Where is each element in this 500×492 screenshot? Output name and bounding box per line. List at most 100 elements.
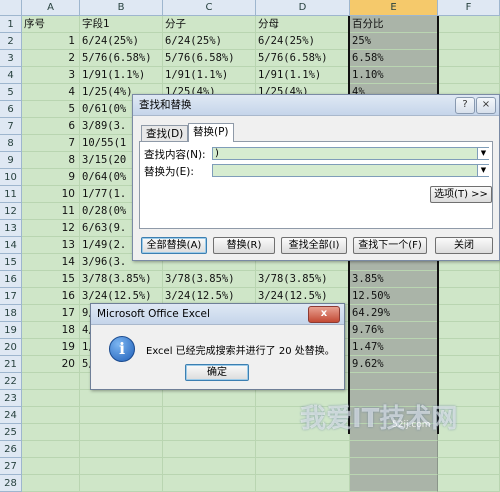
row-header[interactable]: 21 [0,356,22,373]
cell-d28[interactable] [256,475,350,492]
cell-a12[interactable]: 11 [22,203,80,220]
row-header[interactable]: 9 [0,152,22,169]
cell-d3[interactable]: 5/76(6.58%) [256,50,350,67]
column-header-b[interactable]: B [80,0,163,16]
row-header[interactable]: 28 [0,475,22,492]
cell-e16[interactable]: 3.85% [350,271,438,288]
cell-f17[interactable] [438,288,500,305]
cell-b26[interactable] [80,441,163,458]
cell-a21[interactable]: 20 [22,356,80,373]
help-button[interactable]: ? [455,97,475,114]
row-header[interactable]: 3 [0,50,22,67]
cell-c25[interactable] [163,424,256,441]
cell-a20[interactable]: 19 [22,339,80,356]
cell-b27[interactable] [80,458,163,475]
cell-e22[interactable] [350,373,438,390]
cell-c23[interactable] [163,390,256,407]
cell-a15[interactable]: 14 [22,254,80,271]
row-header[interactable]: 14 [0,237,22,254]
options-button[interactable]: 选项(T) >> [430,186,492,203]
row-header[interactable]: 24 [0,407,22,424]
cell-f19[interactable] [438,322,500,339]
row-header[interactable]: 6 [0,101,22,118]
message-box-titlebar[interactable]: Microsoft Office Excel x [91,304,344,325]
cell-e1[interactable]: 百分比 [350,16,438,33]
cell-c16[interactable]: 3/78(3.85%) [163,271,256,288]
column-header-d[interactable]: D [256,0,350,16]
cell-c26[interactable] [163,441,256,458]
cell-a13[interactable]: 12 [22,220,80,237]
ok-button[interactable]: 确定 [185,364,249,381]
cell-e28[interactable] [350,475,438,492]
cell-a27[interactable] [22,458,80,475]
row-header[interactable]: 2 [0,33,22,50]
cell-a24[interactable] [22,407,80,424]
replace-button[interactable]: 替换(R) [213,237,275,254]
cell-b28[interactable] [80,475,163,492]
row-header[interactable]: 17 [0,288,22,305]
cell-c1[interactable]: 分子 [163,16,256,33]
column-header-f[interactable]: F [438,0,500,16]
cell-d16[interactable]: 3/78(3.85%) [256,271,350,288]
cell-a2[interactable]: 1 [22,33,80,50]
cell-a28[interactable] [22,475,80,492]
find-next-button[interactable]: 查找下一个(F) [353,237,427,254]
cell-c2[interactable]: 6/24(25%) [163,33,256,50]
row-header[interactable]: 8 [0,135,22,152]
cell-a1[interactable]: 序号 [22,16,80,33]
cell-c27[interactable] [163,458,256,475]
cell-d2[interactable]: 6/24(25%) [256,33,350,50]
row-header[interactable]: 20 [0,339,22,356]
row-header[interactable]: 19 [0,322,22,339]
cell-a22[interactable] [22,373,80,390]
row-header[interactable]: 15 [0,254,22,271]
cell-e3[interactable]: 6.58% [350,50,438,67]
cell-d4[interactable]: 1/91(1.1%) [256,67,350,84]
cell-c28[interactable] [163,475,256,492]
cell-b24[interactable] [80,407,163,424]
cell-f4[interactable] [438,67,500,84]
cell-a25[interactable] [22,424,80,441]
cell-e26[interactable] [350,441,438,458]
cell-a14[interactable]: 13 [22,237,80,254]
tab-replace[interactable]: 替换(P) [188,123,234,142]
row-header[interactable]: 12 [0,203,22,220]
cell-e19[interactable]: 9.76% [350,322,438,339]
cell-e20[interactable]: 1.47% [350,339,438,356]
cell-b23[interactable] [80,390,163,407]
cell-e2[interactable]: 25% [350,33,438,50]
cell-f22[interactable] [438,373,500,390]
column-header-e[interactable]: E [350,0,438,16]
cell-c4[interactable]: 1/91(1.1%) [163,67,256,84]
cell-a4[interactable]: 3 [22,67,80,84]
cell-f28[interactable] [438,475,500,492]
cell-a6[interactable]: 5 [22,101,80,118]
row-header[interactable]: 22 [0,373,22,390]
select-all-corner[interactable] [0,0,22,16]
cell-e21[interactable]: 9.62% [350,356,438,373]
column-header-c[interactable]: C [163,0,256,16]
cell-b16[interactable]: 3/78(3.85%) [80,271,163,288]
find-dropdown-icon[interactable]: ▼ [477,148,489,159]
cell-f21[interactable] [438,356,500,373]
cell-b25[interactable] [80,424,163,441]
row-header[interactable]: 5 [0,84,22,101]
cell-e17[interactable]: 12.50% [350,288,438,305]
row-header[interactable]: 1 [0,16,22,33]
cell-a5[interactable]: 4 [22,84,80,101]
row-header[interactable]: 27 [0,458,22,475]
cell-f16[interactable] [438,271,500,288]
cell-a23[interactable] [22,390,80,407]
cell-a8[interactable]: 7 [22,135,80,152]
row-header[interactable]: 16 [0,271,22,288]
cell-b2[interactable]: 6/24(25%) [80,33,163,50]
find-input[interactable]: ) [212,147,489,160]
cell-a18[interactable]: 17 [22,305,80,322]
cell-e4[interactable]: 1.10% [350,67,438,84]
cell-f20[interactable] [438,339,500,356]
cell-d27[interactable] [256,458,350,475]
column-header-a[interactable]: A [22,0,80,16]
replace-all-button[interactable]: 全部替换(A) [141,237,207,254]
cell-f27[interactable] [438,458,500,475]
row-header[interactable]: 10 [0,169,22,186]
